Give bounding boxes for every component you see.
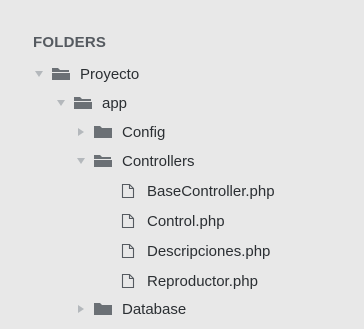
file-icon — [121, 273, 135, 289]
chevron-down-icon[interactable] — [75, 155, 87, 167]
tree-item-label: Controllers — [122, 152, 195, 170]
chevron-down-icon[interactable] — [55, 97, 67, 109]
tree-item-file[interactable]: BaseController.php — [0, 178, 364, 204]
sidebar: FOLDERS Proyecto app Config Controllers … — [0, 0, 364, 329]
folders-header: FOLDERS — [33, 34, 107, 51]
tree-item-label: Database — [122, 300, 187, 318]
chevron-right-icon[interactable] — [75, 303, 87, 315]
tree-item-controllers[interactable]: Controllers — [0, 148, 364, 174]
chevron-right-icon[interactable] — [75, 126, 87, 138]
tree-item-app[interactable]: app — [0, 90, 364, 116]
folder-open-icon — [93, 154, 113, 168]
tree-item-database[interactable]: Database — [0, 296, 364, 322]
chevron-down-icon[interactable] — [33, 68, 45, 80]
tree-item-file[interactable]: Control.php — [0, 208, 364, 234]
tree-item-label: Config — [122, 123, 166, 141]
tree-item-label: app — [102, 94, 128, 112]
file-icon — [121, 213, 135, 229]
tree-item-file[interactable]: Descripciones.php — [0, 238, 364, 264]
tree-item-config[interactable]: Config — [0, 119, 364, 145]
file-icon — [121, 183, 135, 199]
folder-open-icon — [73, 96, 93, 110]
folder-open-icon — [51, 67, 71, 81]
tree-item-label: Control.php — [147, 212, 225, 230]
tree-item-label: Reproductor.php — [147, 272, 258, 290]
tree-item-proyecto[interactable]: Proyecto — [0, 61, 364, 87]
folder-icon — [93, 302, 113, 316]
tree-item-label: Descripciones.php — [147, 242, 271, 260]
file-icon — [121, 243, 135, 259]
tree-item-label: Proyecto — [80, 65, 140, 83]
tree-item-label: BaseController.php — [147, 182, 275, 200]
folder-icon — [93, 125, 113, 139]
tree-item-file[interactable]: Reproductor.php — [0, 268, 364, 294]
